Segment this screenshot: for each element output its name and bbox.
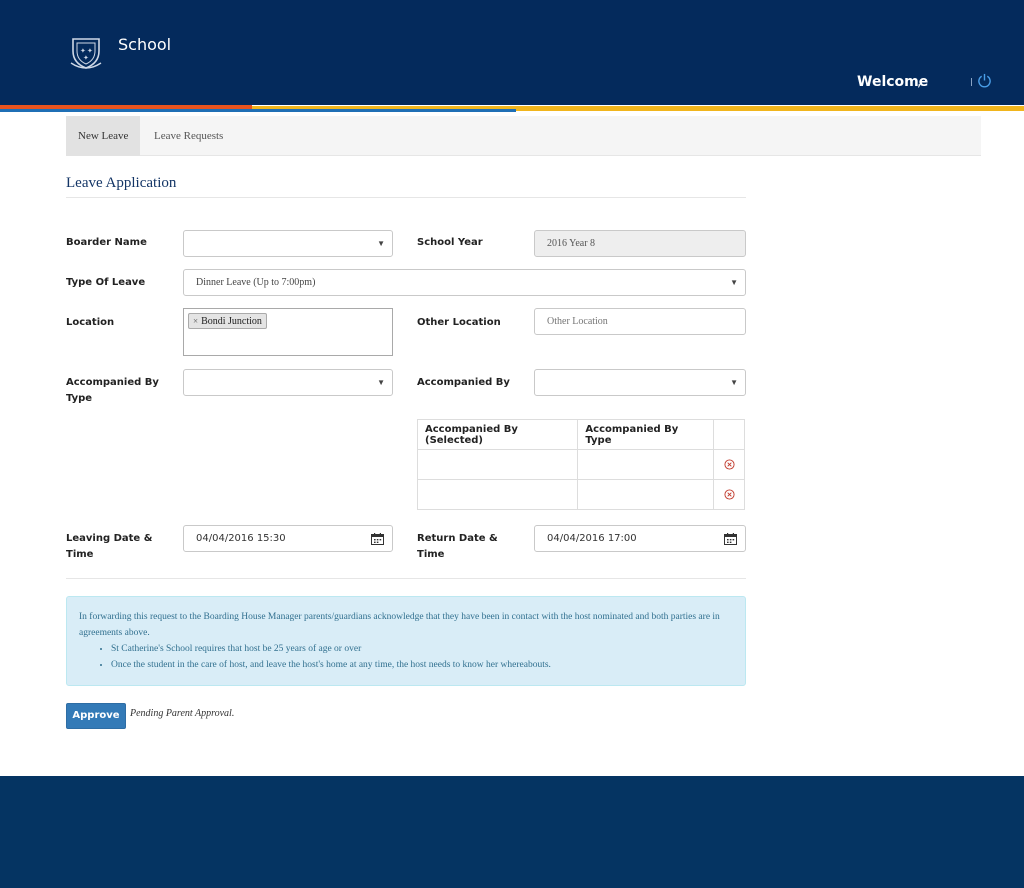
return-date-input[interactable]: 04/04/2016 17:00 xyxy=(534,525,746,552)
school-year-value: 2016 Year 8 xyxy=(547,238,596,249)
accent-stripe xyxy=(516,109,1024,111)
table-cell xyxy=(577,479,715,510)
page-title: Leave Application xyxy=(66,175,177,191)
location-multiselect[interactable]: × Bondi Junction xyxy=(183,308,393,356)
label-line: Time xyxy=(417,549,445,560)
location-label: Location xyxy=(66,317,115,328)
label-line: Accompanied By xyxy=(66,377,159,388)
notice-list: St Catherine's School requires that host… xyxy=(79,641,733,673)
type-of-leave-label: Type Of Leave xyxy=(66,277,146,288)
accompanied-by-type-select[interactable]: ▼ xyxy=(183,369,393,396)
accompanied-by-type-label: Accompanied By Type xyxy=(66,375,159,407)
divider xyxy=(66,578,746,579)
svg-text:✦: ✦ xyxy=(83,54,89,62)
accompanied-by-select[interactable]: ▼ xyxy=(534,369,746,396)
label-line: Time xyxy=(66,549,94,560)
other-location-label: Other Location xyxy=(417,317,501,328)
chevron-down-icon: ▼ xyxy=(730,278,738,287)
calendar-icon[interactable] xyxy=(371,533,384,545)
tab-new-leave[interactable]: New Leave xyxy=(66,116,141,156)
remove-cell xyxy=(713,449,745,480)
return-date-value: 04/04/2016 17:00 xyxy=(547,533,637,544)
accompanied-table: Accompanied By (Selected) Accompanied By… xyxy=(416,419,745,510)
page-footer xyxy=(0,776,1024,888)
approve-button[interactable]: Approve xyxy=(66,703,126,729)
school-year-field: 2016 Year 8 xyxy=(534,230,746,257)
type-of-leave-value: Dinner Leave (Up to 7:00pm) xyxy=(196,277,316,288)
remove-circle-icon[interactable] xyxy=(723,489,735,500)
calendar-icon[interactable] xyxy=(724,533,737,545)
tab-leave-requests[interactable]: Leave Requests xyxy=(142,116,235,156)
list-item: St Catherine's School requires that host… xyxy=(111,641,733,657)
accent-stripe xyxy=(0,109,516,112)
label-line: Type xyxy=(66,393,93,404)
list-item: Once the student in the care of host, an… xyxy=(111,657,733,673)
label-line: Return Date & xyxy=(417,533,498,544)
location-token[interactable]: × Bondi Junction xyxy=(188,313,267,329)
return-date-label: Return Date & Time xyxy=(417,531,498,563)
power-icon[interactable] xyxy=(977,73,992,88)
info-notice: In forwarding this request to the Boardi… xyxy=(66,596,746,686)
chevron-down-icon: ▼ xyxy=(730,378,738,387)
top-header: ✦ ✦ ✦ School Welcome , xyxy=(0,0,1024,105)
remove-circle-icon[interactable] xyxy=(723,459,735,470)
column-header: Accompanied By (Selected) xyxy=(416,419,579,450)
accompanied-by-label: Accompanied By xyxy=(417,377,510,388)
table-cell xyxy=(577,449,715,480)
school-year-label: School Year xyxy=(417,237,483,248)
divider xyxy=(66,197,746,198)
boarder-name-select[interactable]: ▼ xyxy=(183,230,393,257)
notice-intro: In forwarding this request to the Boardi… xyxy=(79,612,720,638)
status-text: Pending Parent Approval. xyxy=(130,708,235,719)
boarder-name-label: Boarder Name xyxy=(66,237,147,248)
column-header xyxy=(713,419,745,450)
location-token-label: Bondi Junction xyxy=(201,316,262,327)
welcome-user: , xyxy=(917,74,922,90)
header-divider xyxy=(971,78,972,86)
table-cell xyxy=(416,479,579,510)
type-of-leave-select[interactable]: Dinner Leave (Up to 7:00pm) ▼ xyxy=(183,269,746,296)
leaving-date-value: 04/04/2016 15:30 xyxy=(196,533,286,544)
other-location-input[interactable] xyxy=(534,308,746,335)
school-crest-icon: ✦ ✦ ✦ xyxy=(70,38,102,69)
table-cell xyxy=(416,449,579,480)
table-row xyxy=(416,479,745,510)
table-row xyxy=(416,449,745,480)
label-line: Leaving Date & xyxy=(66,533,153,544)
remove-token-icon[interactable]: × xyxy=(193,316,198,326)
leaving-date-input[interactable]: 04/04/2016 15:30 xyxy=(183,525,393,552)
chevron-down-icon: ▼ xyxy=(377,378,385,387)
table-header-row: Accompanied By (Selected) Accompanied By… xyxy=(416,419,745,450)
leave-tabs: New Leave Leave Requests xyxy=(66,116,981,156)
brand-name[interactable]: School xyxy=(118,35,171,54)
remove-cell xyxy=(713,479,745,510)
column-header: Accompanied By Type xyxy=(577,419,715,450)
leaving-date-label: Leaving Date & Time xyxy=(66,531,152,563)
chevron-down-icon: ▼ xyxy=(377,239,385,248)
